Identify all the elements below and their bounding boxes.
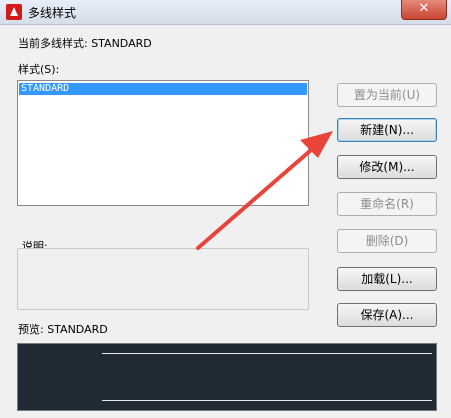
- annotation-arrow: [196, 131, 333, 250]
- annotation-arrow-shaft: [196, 142, 320, 250]
